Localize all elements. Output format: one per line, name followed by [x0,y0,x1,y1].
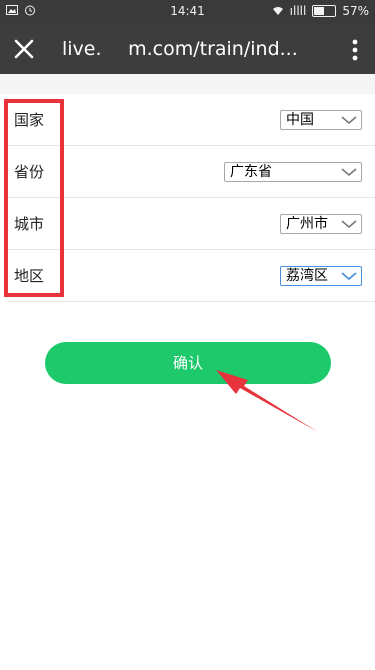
province-select[interactable]: 广东省 [224,162,362,182]
battery-icon [312,5,337,17]
district-select[interactable]: 荔湾区 [280,266,362,286]
district-value: 荔湾区 [286,268,328,284]
chevron-down-icon [341,116,357,125]
battery-percent: 57% [342,4,369,18]
status-right: ıllll 57% [272,4,369,18]
spacer [0,74,375,94]
province-value: 广东省 [230,164,272,180]
signal-indicator: ıllll [289,4,307,18]
city-select[interactable]: 广州市 [280,214,362,234]
browser-toolbar: live. m.com/train/ind... [0,24,375,74]
more-vert-icon[interactable] [347,36,363,64]
confirm-button[interactable]: 确认 [45,342,331,384]
page-url[interactable]: live. m.com/train/ind... [62,38,332,60]
country-value: 中国 [286,112,314,128]
chevron-down-icon [341,168,357,177]
city-value: 广州市 [286,216,328,232]
annotation-highlight-box [4,99,64,297]
country-select[interactable]: 中国 [280,110,362,130]
chevron-down-icon [341,272,357,281]
chevron-down-icon [341,220,357,229]
close-icon[interactable] [10,35,38,63]
wifi-icon [272,7,283,15]
status-bar: 14:41 ıllll 57% [0,0,375,24]
